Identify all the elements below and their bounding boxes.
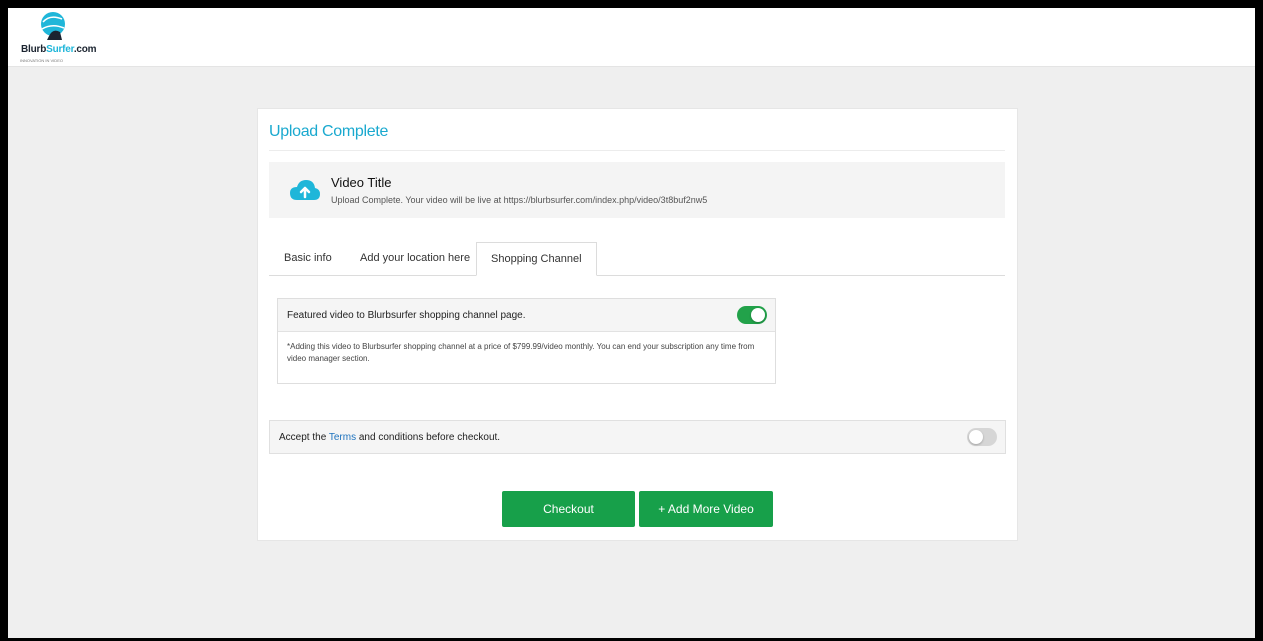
- app-window: BlurbSurfer.com INNOVATION IN VIDEO Uplo…: [8, 8, 1255, 638]
- tab-basic-info[interactable]: Basic info: [284, 242, 332, 275]
- cloud-upload-icon: [290, 180, 320, 200]
- featured-video-label: Featured video to Blurbsurfer shopping c…: [287, 310, 526, 321]
- surfer-globe-icon: [41, 12, 65, 40]
- checkout-button[interactable]: Checkout: [502, 491, 635, 527]
- featured-video-note: *Adding this video to Blurbsurfer shoppi…: [287, 342, 755, 363]
- toggle-knob: [969, 430, 983, 444]
- logo-tagline: INNOVATION IN VIDEO: [20, 58, 63, 63]
- tab-shopping-channel[interactable]: Shopping Channel: [476, 242, 597, 276]
- terms-bar: Accept the Terms and conditions before c…: [269, 420, 1006, 454]
- upload-status-box: Video Title Upload Complete. Your video …: [269, 162, 1005, 218]
- terms-toggle[interactable]: [967, 428, 997, 446]
- tab-bar: Basic info Add your location here Shoppi…: [269, 242, 1005, 276]
- upload-card: Upload Complete Video Title Upload Compl…: [257, 108, 1018, 541]
- blurbsurfer-logo[interactable]: BlurbSurfer.com INNOVATION IN VIDEO: [20, 10, 110, 64]
- terms-link[interactable]: Terms: [329, 432, 356, 443]
- page-title: Upload Complete: [269, 123, 389, 140]
- logo-wordmark: BlurbSurfer.com: [21, 44, 97, 55]
- featured-video-toggle[interactable]: [737, 306, 767, 324]
- top-bar: BlurbSurfer.com INNOVATION IN VIDEO: [8, 8, 1255, 67]
- featured-video-panel: Featured video to Blurbsurfer shopping c…: [277, 298, 776, 384]
- toggle-knob: [751, 308, 765, 322]
- title-divider: [269, 150, 1005, 151]
- upload-status-message: Upload Complete. Your video will be live…: [331, 195, 708, 205]
- add-more-video-button[interactable]: + Add More Video: [639, 491, 773, 527]
- featured-video-header: Featured video to Blurbsurfer shopping c…: [278, 299, 775, 332]
- terms-text: Accept the Terms and conditions before c…: [279, 432, 501, 443]
- tab-location[interactable]: Add your location here: [360, 242, 470, 275]
- video-title: Video Title: [331, 175, 392, 190]
